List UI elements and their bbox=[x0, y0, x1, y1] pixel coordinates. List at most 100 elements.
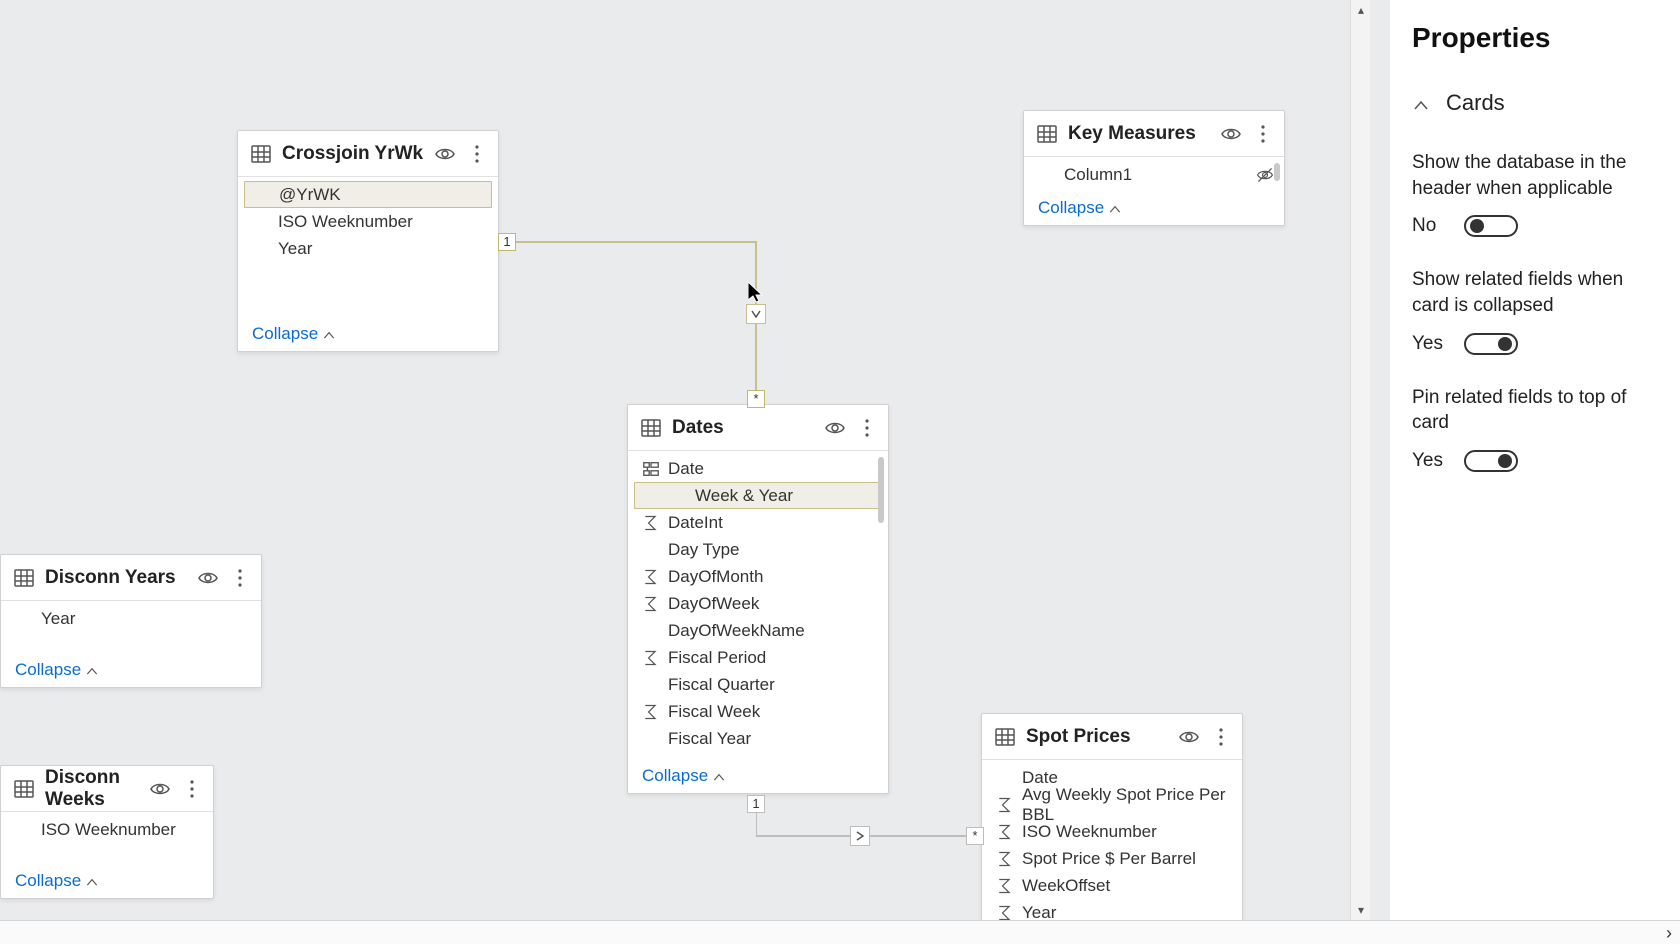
blank-icon bbox=[642, 541, 660, 559]
field-row[interactable]: Fiscal Period bbox=[628, 644, 888, 671]
table-title: Crossjoin YrWk bbox=[282, 143, 424, 165]
filter-direction-icon bbox=[746, 304, 766, 324]
blank-icon bbox=[642, 676, 660, 694]
sigma-icon bbox=[642, 703, 660, 721]
field-row[interactable]: Fiscal Week bbox=[628, 698, 888, 725]
field-row[interactable]: ISO Weeknumber bbox=[1, 816, 213, 843]
cards-section-header[interactable]: Cards bbox=[1412, 90, 1658, 116]
kebab-icon[interactable] bbox=[466, 143, 488, 165]
properties-panel: Properties Cards Show the database in th… bbox=[1390, 0, 1680, 920]
field-row[interactable]: Year bbox=[982, 899, 1242, 920]
field-row[interactable]: ISO Weeknumber bbox=[238, 208, 498, 235]
eye-icon[interactable] bbox=[1178, 726, 1200, 748]
vertical-scrollbar[interactable]: ▴ ▾ bbox=[1350, 0, 1370, 920]
prop-show-database: Show the database in the header when app… bbox=[1412, 150, 1658, 237]
sigma-icon bbox=[642, 514, 660, 532]
sigma-icon bbox=[996, 823, 1014, 841]
blank-icon bbox=[15, 610, 33, 628]
toggle-show-database[interactable] bbox=[1464, 215, 1518, 237]
field-row[interactable]: Fiscal Quarter bbox=[628, 671, 888, 698]
scroll-right-icon[interactable]: › bbox=[1666, 923, 1672, 944]
field-row[interactable]: WeekOffset bbox=[982, 872, 1242, 899]
cardinality-many: * bbox=[966, 827, 984, 845]
status-bar: › bbox=[0, 920, 1680, 944]
field-label: DayOfWeekName bbox=[668, 621, 878, 641]
collapse-link[interactable]: Collapse bbox=[1, 653, 261, 687]
field-label: Day Type bbox=[668, 540, 878, 560]
collapse-link[interactable]: Collapse bbox=[238, 317, 498, 351]
blank-icon bbox=[996, 769, 1014, 787]
chevron-up-icon bbox=[1412, 94, 1430, 112]
scrollbar-thumb[interactable] bbox=[1274, 163, 1280, 181]
sigma-icon bbox=[642, 649, 660, 667]
sigma-icon bbox=[996, 904, 1014, 921]
field-label: ISO Weeknumber bbox=[1022, 822, 1232, 842]
kebab-icon[interactable] bbox=[1210, 726, 1232, 748]
field-label: ISO Weeknumber bbox=[278, 212, 488, 232]
scroll-down-icon[interactable]: ▾ bbox=[1351, 900, 1370, 920]
cardinality-one: 1 bbox=[498, 233, 516, 251]
field-label: DayOfMonth bbox=[668, 567, 878, 587]
field-row[interactable]: Year bbox=[238, 235, 498, 262]
field-label: DateInt bbox=[668, 513, 878, 533]
properties-title: Properties bbox=[1412, 22, 1658, 54]
eye-icon[interactable] bbox=[434, 143, 456, 165]
table-icon bbox=[250, 143, 272, 165]
toggle-show-related[interactable] bbox=[1464, 333, 1518, 355]
collapse-link[interactable]: Collapse bbox=[1024, 191, 1284, 225]
model-canvas[interactable]: 1 * 1 * Crossjoin YrWk @YrWKISO Weeknumb… bbox=[0, 0, 1370, 920]
scrollbar-thumb[interactable] bbox=[878, 457, 884, 523]
field-row[interactable]: DayOfMonth bbox=[628, 563, 888, 590]
table-spot-prices[interactable]: Spot Prices DateAvg Weekly Spot Price Pe… bbox=[981, 713, 1243, 920]
table-crossjoin-yrwk[interactable]: Crossjoin YrWk @YrWK ISO Weeknumber Year C… bbox=[237, 130, 499, 352]
kebab-icon[interactable] bbox=[856, 417, 878, 439]
field-row[interactable]: @YrWK bbox=[244, 181, 492, 208]
table-title: Dates bbox=[672, 417, 814, 439]
field-row[interactable]: DateInt bbox=[628, 509, 888, 536]
eye-icon[interactable] bbox=[149, 778, 171, 800]
prop-pin-related: Pin related fields to top of card Yes bbox=[1412, 385, 1658, 472]
field-label: Spot Price $ Per Barrel bbox=[1022, 849, 1232, 869]
kebab-icon[interactable] bbox=[181, 778, 203, 800]
table-dates[interactable]: Dates DateWeek & Year DateInt Day Type DayO… bbox=[627, 404, 889, 794]
field-label: Column1 bbox=[1064, 165, 1248, 185]
field-row[interactable]: Day Type bbox=[628, 536, 888, 563]
field-row[interactable]: DayOfWeek bbox=[628, 590, 888, 617]
table-title: Spot Prices bbox=[1026, 726, 1168, 748]
eye-icon[interactable] bbox=[1220, 123, 1242, 145]
blank-icon bbox=[15, 821, 33, 839]
collapse-link[interactable]: Collapse bbox=[628, 759, 888, 793]
field-row[interactable]: Spot Price $ Per Barrel bbox=[982, 845, 1242, 872]
table-disconn-years[interactable]: Disconn Years Year Collapse bbox=[0, 554, 262, 688]
field-row[interactable]: ISO Weeknumber bbox=[982, 818, 1242, 845]
table-icon bbox=[640, 417, 662, 439]
field-row[interactable]: Year bbox=[1, 605, 261, 632]
field-row[interactable]: Avg Weekly Spot Price Per BBL bbox=[982, 791, 1242, 818]
table-key-measures[interactable]: Key Measures Column1 Collapse bbox=[1023, 110, 1285, 226]
kebab-icon[interactable] bbox=[229, 567, 251, 589]
kebab-icon[interactable] bbox=[1252, 123, 1274, 145]
table-title: Key Measures bbox=[1068, 123, 1210, 145]
field-label: DayOfWeek bbox=[668, 594, 878, 614]
filter-direction-icon bbox=[850, 826, 870, 846]
table-title: Disconn Weeks bbox=[45, 767, 139, 811]
table-icon bbox=[994, 726, 1016, 748]
field-label: Year bbox=[278, 239, 488, 259]
table-disconn-weeks[interactable]: Disconn Weeks ISO Weeknumber Collapse bbox=[0, 765, 214, 899]
toggle-pin-related[interactable] bbox=[1464, 450, 1518, 472]
field-row[interactable]: DayOfWeekName bbox=[628, 617, 888, 644]
eye-off-icon[interactable] bbox=[1256, 166, 1274, 184]
eye-icon[interactable] bbox=[824, 417, 846, 439]
table-icon bbox=[1036, 123, 1058, 145]
field-label: Fiscal Week bbox=[668, 702, 878, 722]
eye-icon[interactable] bbox=[197, 567, 219, 589]
field-row[interactable]: Column1 bbox=[1024, 161, 1284, 188]
field-row[interactable]: Date bbox=[628, 455, 888, 482]
field-row[interactable]: Fiscal Year bbox=[628, 725, 888, 752]
collapse-link[interactable]: Collapse bbox=[1, 864, 213, 898]
field-row[interactable]: Week & Year bbox=[634, 482, 882, 509]
scroll-up-icon[interactable]: ▴ bbox=[1351, 0, 1370, 20]
cardinality-many: * bbox=[747, 390, 765, 408]
blank-icon bbox=[252, 240, 270, 258]
table-title: Disconn Years bbox=[45, 567, 187, 589]
